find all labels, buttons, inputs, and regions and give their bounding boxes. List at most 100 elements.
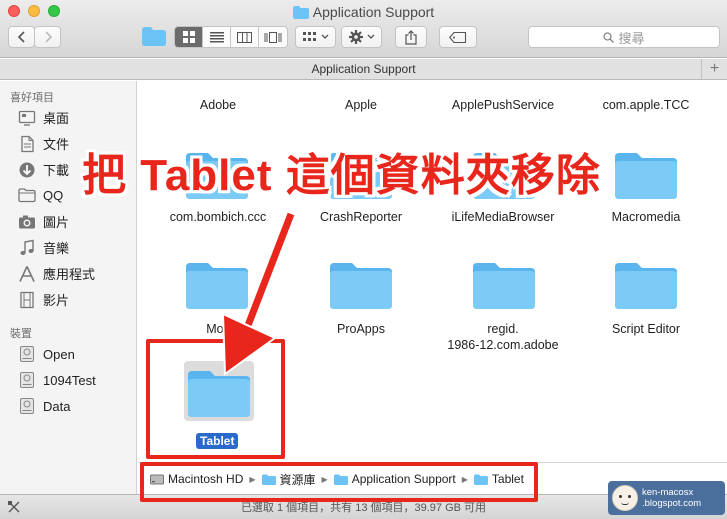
watermark-line1: ken-macosx [642,487,694,498]
sidebar-item-downloads[interactable]: 下載 [18,160,69,179]
sidebar-item-applications[interactable]: 應用程式 [18,264,95,283]
folder-item-apple[interactable]: Apple [291,97,431,113]
search-icon [603,31,615,43]
sidebar-item-movies[interactable]: 影片 [18,290,69,309]
list-view-button[interactable] [203,27,231,47]
document-icon [21,135,34,152]
arrange-button[interactable] [295,26,336,48]
folder-item-proapps[interactable]: ProApps [291,321,431,337]
mascot-icon [612,485,638,511]
sidebar-item-open[interactable]: Open [18,345,75,363]
sidebar-item-qq[interactable]: QQ [18,186,63,204]
camera-icon [19,215,35,228]
music-icon [20,239,34,255]
back-button[interactable] [8,26,35,48]
sidebar-item-label: Data [43,398,71,414]
film-icon [20,291,34,308]
sidebar-item-label: QQ [43,187,64,203]
folder-label-line2: 1986-12.com.adobe [447,338,559,352]
list-icon [209,31,224,42]
sidebar-item-label: 圖片 [43,215,70,230]
sidebar-header-favorites: 喜好項目 [10,92,54,104]
folder-icon[interactable] [615,151,677,199]
sidebar-item-label: 音樂 [43,241,70,256]
sidebar-item-pictures[interactable]: 圖片 [18,212,69,231]
view-mode-segmented-control[interactable] [174,26,288,48]
sidebar-item-documents[interactable]: 文件 [18,134,69,153]
folder-item-com-apple-tcc[interactable]: com.apple.TCC [576,97,716,113]
sidebar-item-label: 1094Test [43,372,96,388]
sidebar-item-label: Open [43,346,75,362]
coverflow-view-button[interactable] [259,27,287,47]
chevron-down-icon [321,34,328,39]
grid-icon [182,31,195,43]
folder-proxy-icon[interactable] [142,27,166,46]
blog-watermark: ken-macosx .blogspot.com [608,481,725,515]
disk-icon [20,346,34,362]
highlight-box-path [140,462,538,502]
search-field[interactable]: 搜尋 [528,26,720,48]
annotation-arrow-icon [221,211,297,376]
search-placeholder: 搜尋 [618,30,645,46]
chevron-right-icon [44,31,52,43]
sidebar-item-1094test[interactable]: 1094Test [18,371,96,389]
chevron-down-icon [367,34,374,39]
tag-icon [449,31,467,43]
sidebar-item-desktop[interactable]: 桌面 [18,108,69,127]
window-toolbar: Application Support 搜尋 [0,0,727,58]
desktop-icon [18,110,36,126]
window-title-text: Application Support [312,4,435,20]
sidebar-item-label: 下載 [43,163,70,178]
sidebar-item-label: 桌面 [43,111,70,126]
folder-item-applepushservice[interactable]: ApplePushService [433,97,573,113]
sidebar-item-music[interactable]: 音樂 [18,238,69,257]
folder-item-crashreporter[interactable]: CrashReporter [291,209,431,225]
sidebar-header-devices: 裝置 [10,328,32,340]
folder-item-adobe[interactable]: Adobe [148,97,288,113]
folder-label: Macromedia [611,210,681,224]
sidebar-item-label: 應用程式 [43,267,96,282]
tab-bar: Application Support + [0,59,727,80]
new-tab-button[interactable]: + [701,59,727,79]
folder-label: iLifeMediaBrowser [451,210,555,224]
disk-icon [20,372,34,388]
folder-icon[interactable] [473,261,535,309]
folder-icon[interactable] [615,261,677,309]
apps-icon [19,265,35,282]
gear-icon [348,30,363,44]
coverflow-icon [264,31,282,43]
forward-button[interactable] [34,26,61,48]
action-menu-button[interactable] [341,26,382,48]
tab-application-support[interactable]: Application Support [311,62,415,76]
folder-icon [18,188,36,203]
folder-label: Adobe [199,98,237,112]
column-view-button[interactable] [231,27,259,47]
arrange-icon [302,32,316,41]
plus-icon: + [709,60,720,77]
window-title: Application Support [0,4,727,20]
tags-button[interactable] [439,26,477,48]
folder-label: ProApps [337,322,385,336]
folder-item-script-editor[interactable]: Script Editor [576,321,716,337]
folder-label: ApplePushService [451,98,555,112]
chevron-left-icon [17,31,25,43]
folder-item-ilifemediabrowser[interactable]: iLifeMediaBrowser [433,209,573,225]
sidebar-item-label: 文件 [43,137,70,152]
folder-item-macromedia[interactable]: Macromedia [576,209,716,225]
annotation-headline: 把 Tablet 這個資料夾移除 [82,151,601,200]
share-icon [405,29,417,45]
icon-view-button[interactable] [175,27,203,47]
columns-icon [237,31,252,43]
folder-label: CrashReporter [320,210,402,224]
folder-icon[interactable] [330,261,392,309]
download-icon [19,162,35,177]
sidebar-toggle-icon[interactable] [8,501,20,513]
folder-label: com.apple.TCC [602,98,690,112]
sidebar-item-data[interactable]: Data [18,397,70,415]
folder-item-regid-adobe[interactable]: regid. 1986-12.com.adobe [433,321,573,353]
disk-icon [20,398,34,414]
share-button[interactable] [395,26,427,48]
folder-label: Apple [345,98,377,112]
watermark-line2: .blogspot.com [642,498,702,509]
folder-icon [292,5,309,19]
